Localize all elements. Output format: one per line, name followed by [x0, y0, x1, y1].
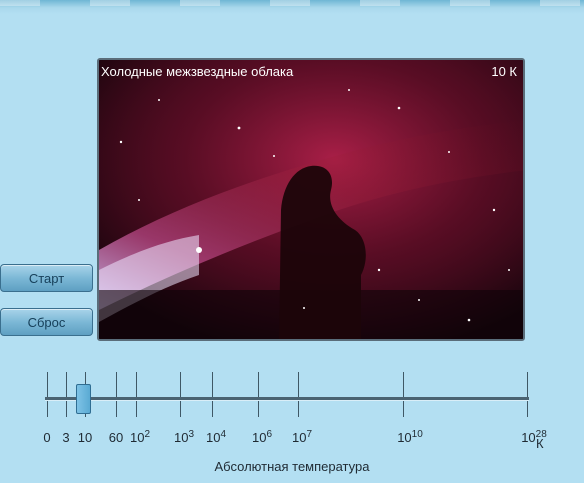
- unit-label: К: [536, 436, 544, 451]
- tick-mark: [258, 401, 259, 417]
- tick-mark: [298, 401, 299, 417]
- object-caption: Холодные межзвездные облака: [101, 64, 294, 79]
- image-viewer: Холодные межзвездные облака 10 К: [97, 58, 525, 341]
- tick-mark: [66, 401, 67, 417]
- tick-mark: [47, 401, 48, 417]
- horsehead-nebula-image: [99, 60, 523, 339]
- tick-label: 103: [173, 429, 195, 445]
- tick-mark: [258, 372, 259, 397]
- reset-button[interactable]: Сброс: [0, 308, 93, 336]
- temperature-slider-thumb[interactable]: [76, 384, 91, 414]
- tick-mark: [298, 372, 299, 397]
- tick-mark: [212, 401, 213, 417]
- tick-mark: [527, 372, 528, 397]
- tick-mark: [47, 372, 48, 397]
- tick-label: 3: [62, 430, 70, 445]
- tick-mark: [136, 401, 137, 417]
- tick-label: 102: [129, 429, 151, 445]
- tick-mark: [212, 372, 213, 397]
- temperature-readout: 10 К: [491, 64, 517, 79]
- tick-mark: [136, 372, 137, 397]
- tick-mark: [403, 401, 404, 417]
- scale-title: Абсолютная температура: [214, 459, 370, 474]
- slider-track[interactable]: [45, 397, 529, 401]
- tick-mark: [66, 372, 67, 397]
- tick-mark: [116, 372, 117, 397]
- tick-label: 106: [251, 429, 273, 445]
- tick-label: 10: [77, 430, 93, 445]
- tick-label: 1010: [397, 429, 423, 445]
- tick-mark: [180, 401, 181, 417]
- tick-label: 104: [205, 429, 227, 445]
- tick-mark: [116, 401, 117, 417]
- tick-mark: [180, 372, 181, 397]
- tick-label: 107: [291, 429, 313, 445]
- tick-label: 0: [43, 430, 51, 445]
- tick-label: 60: [108, 430, 124, 445]
- start-button[interactable]: Старт: [0, 264, 93, 292]
- top-banner: [0, 0, 584, 14]
- tick-mark: [403, 372, 404, 397]
- tick-mark: [527, 401, 528, 417]
